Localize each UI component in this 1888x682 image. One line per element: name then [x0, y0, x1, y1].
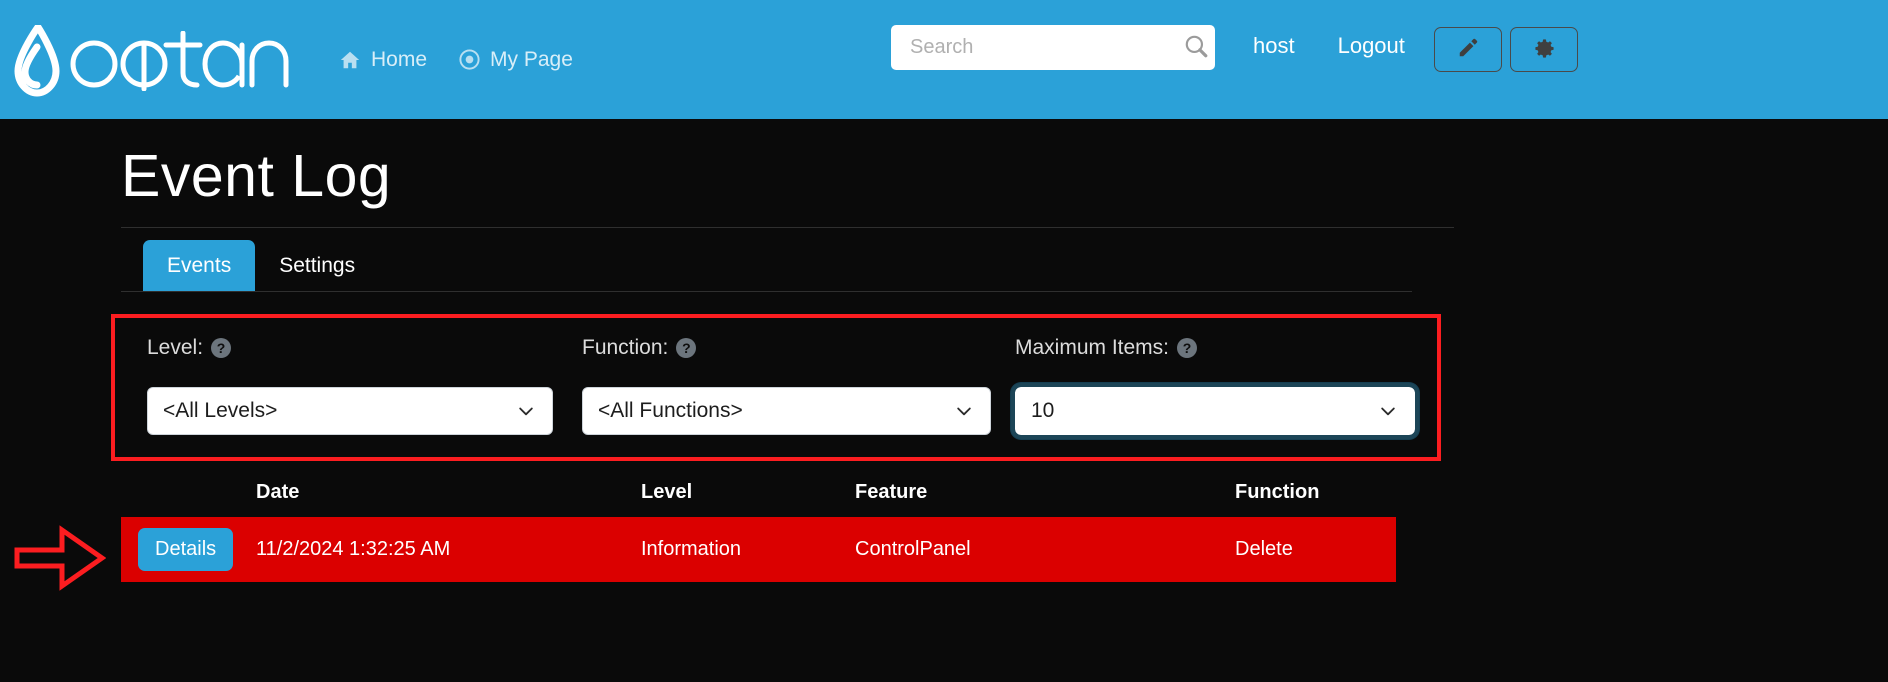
help-circle-icon[interactable]: ?	[211, 337, 232, 358]
home-icon	[338, 48, 362, 72]
chevron-down-icon	[954, 401, 974, 421]
help-circle-icon[interactable]: ?	[676, 337, 697, 358]
filter-maximum-items-label-wrap: Maximum Items: ?	[1015, 336, 1423, 360]
site-header: Home My Page Search host Logout	[0, 0, 1888, 119]
event-log-table: Date Level Feature Function Details 11/2…	[121, 472, 1396, 582]
oqtane-logo[interactable]	[8, 24, 296, 97]
maximum-items-select[interactable]: 10	[1011, 382, 1419, 439]
row-actions-cell: Details	[121, 516, 256, 582]
th-date: Date	[256, 480, 300, 503]
chevron-down-icon	[1378, 401, 1398, 421]
tab-events[interactable]: Events	[143, 239, 256, 291]
filter-level: Level: ? <All Levels>	[115, 336, 553, 435]
page-title: Event Log	[121, 143, 392, 209]
filter-panel-highlight: Level: ? <All Levels> Function: ? <All F…	[111, 313, 1441, 461]
oqtane-droplet-icon	[14, 24, 60, 97]
tab-settings[interactable]: Settings	[255, 240, 379, 291]
filter-function: Function: ? <All Functions>	[549, 336, 991, 435]
header-action-buttons	[1434, 27, 1578, 72]
nav-item-my-page-label: My Page	[490, 47, 573, 71]
search-input[interactable]	[908, 35, 1177, 60]
user-name-link[interactable]: host	[1253, 33, 1295, 59]
annotation-arrow-icon	[14, 525, 106, 591]
gear-icon	[1533, 37, 1556, 63]
table-header-row: Date Level Feature Function	[121, 472, 1396, 517]
th-function: Function	[1235, 480, 1320, 503]
nav-item-home-label: Home	[371, 47, 428, 71]
row-feature: ControlPanel	[855, 516, 1235, 582]
main-area: Event Log Events Settings Level: ? <All …	[0, 119, 1888, 591]
user-links: host Logout	[1253, 33, 1405, 59]
settings-button[interactable]	[1510, 27, 1578, 72]
function-select-value: <All Functions>	[598, 398, 743, 422]
filter-function-label-wrap: Function: ?	[582, 336, 983, 360]
nav-item-my-page[interactable]: My Page	[457, 48, 573, 72]
filter-level-label-wrap: Level: ?	[147, 336, 549, 360]
chevron-down-icon	[516, 401, 536, 421]
app-root: Home My Page Search host Logout Event Lo…	[0, 0, 1888, 682]
search-button[interactable]	[1177, 33, 1215, 62]
primary-nav: Home My Page	[338, 48, 573, 72]
row-function: Delete	[1235, 516, 1396, 582]
th-feature: Feature	[855, 480, 928, 503]
maximum-items-select-value: 10	[1031, 398, 1055, 422]
details-button[interactable]: Details	[138, 527, 234, 571]
pencil-icon	[1457, 37, 1479, 62]
help-circle-icon[interactable]: ?	[1177, 337, 1198, 358]
level-select-value: <All Levels>	[163, 398, 278, 422]
edit-mode-button[interactable]	[1434, 27, 1502, 72]
logout-link[interactable]: Logout	[1338, 33, 1405, 59]
filter-function-label: Function:	[582, 335, 669, 359]
th-level: Level	[641, 480, 693, 503]
search-box	[891, 25, 1215, 70]
module-tabs: Events Settings	[121, 239, 1412, 292]
filter-row: Level: ? <All Levels> Function: ? <All F…	[115, 336, 1437, 439]
row-level: Information	[641, 516, 855, 582]
table-body: Details 11/2/2024 1:32:25 AM Information…	[121, 516, 1396, 582]
nav-item-home[interactable]: Home	[338, 48, 427, 72]
table-row[interactable]: Details 11/2/2024 1:32:25 AM Information…	[121, 516, 1396, 582]
oqtane-wordmark	[70, 30, 289, 91]
target-icon	[457, 48, 481, 72]
level-select[interactable]: <All Levels>	[147, 386, 553, 435]
page-content: Event Log Events Settings Level: ? <All …	[111, 119, 1753, 582]
title-divider	[121, 226, 1454, 228]
filter-maximum-items: Maximum Items: ? 10	[983, 336, 1423, 439]
function-select[interactable]: <All Functions>	[582, 386, 991, 435]
search-icon	[1183, 33, 1209, 62]
filter-maximum-items-label: Maximum Items:	[1015, 335, 1170, 359]
table-head: Date Level Feature Function	[121, 472, 1396, 517]
th-actions	[121, 472, 256, 517]
row-date: 11/2/2024 1:32:25 AM	[256, 516, 641, 582]
filter-level-label: Level:	[147, 335, 204, 359]
